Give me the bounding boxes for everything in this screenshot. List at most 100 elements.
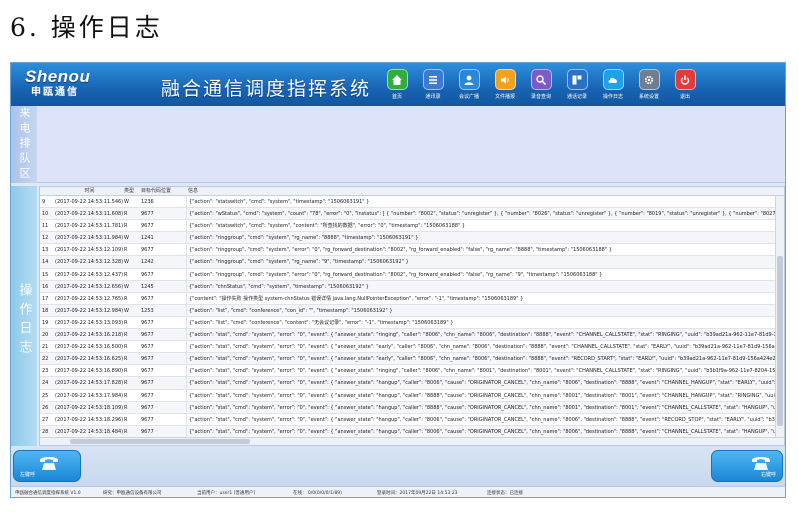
logo-sub-text: 申瓯通信 [31,87,79,98]
row-index-cell: 25 [42,392,49,399]
row-type-cell: W [124,235,129,242]
column-header-info[interactable]: 信息 [186,187,784,195]
tab-call-queue[interactable]: 来电排队区 [11,106,37,183]
table-row[interactable]: 27 (2017-09-22 14:53:18.296) R 9677 {"action… [40,413,776,426]
table-row[interactable]: 26 (2017-09-22 14:53:18.109) R 9677 {"action… [40,401,776,414]
table-row[interactable]: 14 (2017-09-22 14:53:12.328) W 1242 {"action… [40,256,776,269]
row-index-cell: 16 [42,283,49,290]
toolbar-settings-button[interactable]: 系统设置 [631,66,667,105]
status-connection: 连接状态：已连接 [487,491,523,496]
tab-operation-log[interactable]: 操作日志 [11,186,37,456]
column-header-time[interactable]: 时间 [54,187,124,195]
vertical-scrollbar[interactable] [775,196,784,438]
row-index-cell: 12 [42,235,49,242]
toolbar-conference-button[interactable]: 会议广播 [451,66,487,105]
row-info-cell: {"action": "stat", "cmd": "system", "err… [186,353,776,365]
app-header: Shenou 申瓯通信 融合通信调度指挥系统 首页 通讯录 会议广播 文件播报 … [11,63,785,106]
row-time-cell: (2017-09-22 14:53:17.984) [55,392,124,399]
row-target-cell: 9677 [141,416,154,423]
row-info-cell: {"action": "ringgroup", "cmd": "system",… [186,232,776,244]
row-time-cell: (2017-09-22 14:53:11.546) [55,199,124,205]
status-company: 研究：申瓯通信设备有限公司 [103,491,162,496]
vertical-scroll-thumb[interactable] [777,256,783,426]
horizontal-scroll-thumb[interactable] [70,439,250,444]
row-time-cell: (2017-09-22 14:53:13.093) [55,319,124,326]
table-row[interactable]: 10 (2017-09-22 14:53:11.608) R 9677 {"action… [40,208,776,221]
grid-icon [566,69,588,90]
table-row[interactable]: 11 (2017-09-22 14:53:11.781) R 9677 {"action… [40,220,776,233]
table-row[interactable]: 15 (2017-09-22 14:53:12.437) R 9677 {"action… [40,268,776,281]
row-type-cell: R [124,368,128,375]
table-body: 9 (2017-09-22 14:53:11.546) W 1236 {"action"… [40,196,776,438]
left-call-button[interactable]: 左键呼 [13,450,81,482]
row-index-cell: 19 [42,319,49,326]
status-online: 在线： 0/0(0/0/0/1/89) [293,491,342,496]
row-type-cell: R [124,211,128,218]
table-row[interactable]: 13 (2017-09-22 14:53:12.109) R 9677 {"action… [40,244,776,257]
toolbar-operation-log-button[interactable]: 操作日志 [595,66,631,105]
column-header-type[interactable]: 类型 [124,187,139,195]
table-row[interactable]: 12 (2017-09-22 14:53:11.984) W 1241 {"action… [40,232,776,245]
toolbar-label: 操作日志 [602,94,623,100]
row-type-cell: R [124,428,128,435]
toolbar-recording-search-button[interactable]: 录音查询 [523,66,559,105]
user-icon [458,69,480,90]
row-target-cell: 9677 [141,247,154,254]
table-row[interactable]: 16 (2017-09-22 14:53:12.656) W 1245 {"action… [40,280,776,293]
row-time-cell: (2017-09-22 14:53:16.625) [55,356,124,363]
row-index-cell: 18 [42,307,49,314]
row-info-cell: {"action": "statswitch", "cmd": "system"… [186,220,776,232]
toolbar-home-button[interactable]: 首页 [379,66,415,105]
toolbar-label: 会议广播 [458,94,479,100]
column-header-target[interactable]: 目标代码位置 [139,187,186,195]
toolbar-contacts-button[interactable]: 通讯录 [415,66,451,105]
list-icon [422,69,444,90]
table-row[interactable]: 23 (2017-09-22 14:53:16.890) R 9677 {"action… [40,365,776,378]
table-row[interactable]: 18 (2017-09-22 14:53:12.984) W 1253 {"action… [40,304,776,317]
row-target-cell: 9677 [141,368,154,375]
row-time-cell: (2017-09-22 14:53:12.765) [55,295,124,302]
toolbar-label: 通讯录 [425,94,441,100]
row-time-cell: (2017-09-22 14:53:11.781) [55,223,124,230]
call-queue-panel [37,106,785,183]
app-title: 融合通信调度指挥系统 [161,78,372,100]
row-target-cell: 1242 [141,259,154,266]
row-type-cell: R [124,271,128,278]
row-type-cell: R [124,380,128,387]
row-time-cell: (2017-09-22 14:53:12.984) [55,307,124,314]
table-row[interactable]: 25 (2017-09-22 14:53:17.984) R 9677 {"action… [40,389,776,402]
table-row[interactable]: 22 (2017-09-22 14:53:16.625) R 9677 {"action… [40,353,776,366]
row-target-cell: 9677 [141,211,154,218]
row-info-cell: {"action": "stat", "cmd": "system", "err… [186,377,776,389]
row-index-cell: 17 [42,295,49,302]
row-index-cell: 24 [42,380,49,387]
row-target-cell: 1236 [141,199,154,205]
horizontal-scrollbar[interactable] [40,437,784,445]
row-index-cell: 11 [42,223,49,230]
table-row[interactable]: 20 (2017-09-22 14:53:16.218) R 9677 {"action… [40,329,776,342]
row-target-cell: 9677 [141,344,154,351]
table-row[interactable]: 24 (2017-09-22 14:53:17.828) R 9677 {"action… [40,377,776,390]
table-row[interactable]: 17 (2017-09-22 14:53:12.765) R 9677 {"conten… [40,292,776,305]
row-target-cell: 9677 [141,295,154,302]
right-call-button[interactable]: 右键呼 [711,450,783,482]
row-target-cell: 9677 [141,332,154,339]
row-time-cell: (2017-09-22 14:53:11.984) [55,235,124,242]
row-info-cell: {"action": "statswitch", "cmd": "system"… [186,196,776,208]
table-row[interactable]: 9 (2017-09-22 14:53:11.546) W 1236 {"action"… [40,196,776,209]
row-type-cell: W [124,307,129,314]
row-time-cell: (2017-09-22 14:53:16.890) [55,368,124,375]
toolbar-exit-button[interactable]: 退出 [667,66,703,105]
row-time-cell: (2017-09-22 14:53:18.109) [55,404,124,411]
toolbar-label: 录音查询 [530,94,551,100]
toolbar-broadcast-button[interactable]: 文件播报 [487,66,523,105]
table-row[interactable]: 21 (2017-09-22 14:53:16.500) R 9677 {"action… [40,341,776,354]
toolbar-call-records-button[interactable]: 通话记录 [559,66,595,105]
phone-icon [40,457,58,470]
table-row[interactable]: 19 (2017-09-22 14:53:13.093) R 9677 {"action… [40,316,776,330]
row-info-cell: {"action": "chnStatus", "cmd": "system",… [186,280,776,292]
row-info-cell: {"action": "list", "cmd": "conference", … [186,316,776,329]
row-index-cell: 27 [42,416,49,423]
row-time-cell: (2017-09-22 14:53:16.500) [55,344,124,351]
tab-call-queue-label: 来电排队区 [18,107,31,182]
